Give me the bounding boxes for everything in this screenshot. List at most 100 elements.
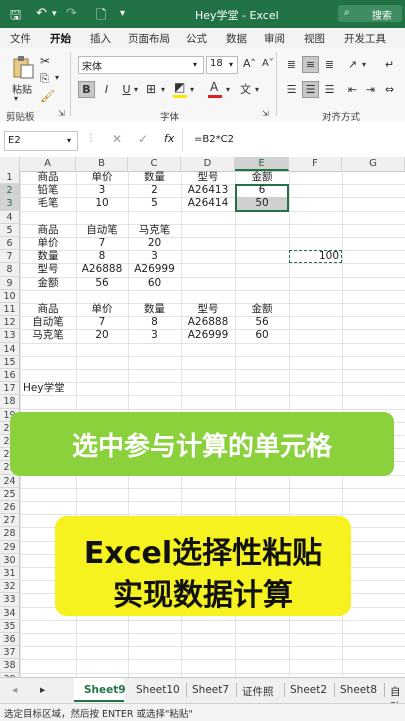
align-middle-icon[interactable]: ≡ — [302, 56, 319, 73]
cell-a1[interactable]: 商品 — [20, 171, 76, 184]
cell-a11[interactable]: 商品 — [20, 303, 76, 316]
row-header-5[interactable]: 5 — [0, 223, 20, 237]
cell-b11[interactable]: 单价 — [76, 303, 128, 316]
cell-b8[interactable]: A26888 — [76, 263, 128, 276]
row-header-27[interactable]: 27 — [0, 514, 20, 528]
scroll-left-icon[interactable]: ◂ — [12, 684, 17, 696]
bold-button[interactable]: B — [78, 81, 95, 98]
row-header-24[interactable]: 24 — [0, 474, 20, 488]
cell-b13[interactable]: 20 — [76, 329, 128, 342]
sheet-tab-2[interactable]: Sheet7 — [192, 684, 229, 696]
cell-d13[interactable]: A26999 — [181, 329, 235, 342]
tab-5[interactable]: 数据 — [226, 31, 247, 46]
cut-icon[interactable]: ✂ — [40, 54, 50, 68]
cell-b9[interactable]: 56 — [76, 277, 128, 290]
cell-c5[interactable]: 马克笔 — [128, 224, 181, 237]
row-header-30[interactable]: 30 — [0, 553, 20, 567]
cell-a17[interactable]: Hey学堂 — [23, 382, 79, 395]
row-header-18[interactable]: 18 — [0, 395, 20, 409]
column-header-f[interactable]: F — [289, 157, 342, 171]
cell-a8[interactable]: 型号 — [20, 263, 76, 276]
underline-button[interactable]: U — [118, 81, 135, 98]
row-header-12[interactable]: 12 — [0, 316, 20, 330]
border-icon[interactable]: ⊞ — [146, 82, 156, 96]
cell-c1[interactable]: 数量 — [128, 171, 181, 184]
merge-center-icon[interactable]: ⇔ — [381, 81, 398, 98]
increase-indent-icon[interactable]: ⇥ — [362, 81, 379, 98]
cell-d11[interactable]: 型号 — [181, 303, 235, 316]
cell-d1[interactable]: 型号 — [181, 171, 235, 184]
decrease-indent-icon[interactable]: ⇤ — [344, 81, 361, 98]
scroll-right-icon[interactable]: ▸ — [40, 684, 45, 696]
row-header-26[interactable]: 26 — [0, 501, 20, 515]
tab-3[interactable]: 页面布局 — [128, 31, 170, 46]
paste-button[interactable] — [10, 54, 36, 80]
align-left-icon[interactable]: ☰ — [283, 81, 300, 98]
row-header-32[interactable]: 32 — [0, 580, 20, 594]
row-header-15[interactable]: 15 — [0, 355, 20, 369]
cell-c8[interactable]: A26999 — [128, 263, 181, 276]
wrap-text-icon[interactable]: ↵ — [381, 56, 398, 73]
column-header-e[interactable]: E — [235, 157, 289, 171]
column-header-a[interactable]: A — [20, 157, 76, 171]
align-center-icon[interactable]: ☰ — [302, 81, 319, 98]
cell-c2[interactable]: 2 — [128, 184, 181, 197]
font-name-select[interactable]: 宋体 ▾ — [78, 56, 204, 74]
cell-a3[interactable]: 毛笔 — [20, 197, 76, 210]
cell-f7[interactable]: 100 — [289, 250, 339, 263]
cell-e2[interactable]: 6 — [235, 184, 289, 197]
row-header-38[interactable]: 38 — [0, 659, 20, 673]
align-top-icon[interactable]: ≣ — [283, 56, 300, 73]
cell-a2[interactable]: 铅笔 — [20, 184, 76, 197]
row-header-2[interactable]: 2 — [0, 184, 20, 198]
sheet-tab-5[interactable]: Sheet8 — [340, 684, 377, 696]
orientation-dropdown-icon[interactable]: ▾ — [362, 60, 366, 69]
cell-e12[interactable]: 56 — [235, 316, 289, 329]
fill-color-icon[interactable]: ◩ — [174, 80, 185, 94]
row-header-33[interactable]: 33 — [0, 593, 20, 607]
cell-b7[interactable]: 8 — [76, 250, 128, 263]
formula-input[interactable]: =B2*C2 — [194, 134, 234, 145]
row-header-11[interactable]: 11 — [0, 303, 20, 317]
cell-b2[interactable]: 3 — [76, 184, 128, 197]
tab-0[interactable]: 文件 — [10, 31, 31, 46]
cell-c3[interactable]: 5 — [128, 197, 181, 210]
redo-icon[interactable]: ↷ — [66, 6, 77, 21]
tab-1[interactable]: 开始 — [50, 31, 71, 50]
tab-7[interactable]: 视图 — [304, 31, 325, 46]
row-header-16[interactable]: 16 — [0, 369, 20, 383]
cell-d2[interactable]: A26413 — [181, 184, 235, 197]
cell-e3[interactable]: 50 — [235, 197, 289, 210]
sheet-tab-4[interactable]: Sheet2 — [290, 684, 327, 696]
name-box[interactable]: E2 ▾ — [4, 131, 78, 151]
tab-6[interactable]: 审阅 — [264, 31, 285, 46]
cancel-icon[interactable]: ✕ — [112, 132, 122, 146]
undo-icon[interactable]: ↶ — [36, 6, 47, 21]
row-header-7[interactable]: 7 — [0, 250, 20, 264]
cell-e11[interactable]: 金额 — [235, 303, 289, 316]
cell-a7[interactable]: 数量 — [20, 250, 76, 263]
row-header-6[interactable]: 6 — [0, 237, 20, 251]
sheet-tab-3[interactable]: 证件照 — [242, 684, 274, 699]
align-bottom-icon[interactable]: ≣ — [321, 56, 338, 73]
copy-dropdown-icon[interactable]: ▾ — [55, 73, 59, 82]
row-header-34[interactable]: 34 — [0, 606, 20, 620]
row-header-13[interactable]: 13 — [0, 329, 20, 343]
new-file-icon[interactable]: 🗋 — [96, 6, 106, 28]
row-header-8[interactable]: 8 — [0, 263, 20, 277]
row-header-9[interactable]: 9 — [0, 276, 20, 290]
row-header-10[interactable]: 10 — [0, 289, 20, 303]
font-color-dropdown-icon[interactable]: ▾ — [226, 85, 230, 94]
cell-d12[interactable]: A26888 — [181, 316, 235, 329]
select-all-corner[interactable] — [0, 157, 20, 171]
orientation-icon[interactable]: ↗ — [344, 56, 361, 73]
cell-b3[interactable]: 10 — [76, 197, 128, 210]
cell-b12[interactable]: 7 — [76, 316, 128, 329]
underline-dropdown-icon[interactable]: ▾ — [134, 85, 138, 94]
cell-c12[interactable]: 8 — [128, 316, 181, 329]
font-color-button[interactable]: A — [210, 80, 218, 94]
sheet-tab-0[interactable]: Sheet9 — [84, 684, 126, 696]
column-header-c[interactable]: C — [128, 157, 181, 171]
tab-4[interactable]: 公式 — [186, 31, 207, 46]
row-header-1[interactable]: 1 — [0, 171, 20, 185]
